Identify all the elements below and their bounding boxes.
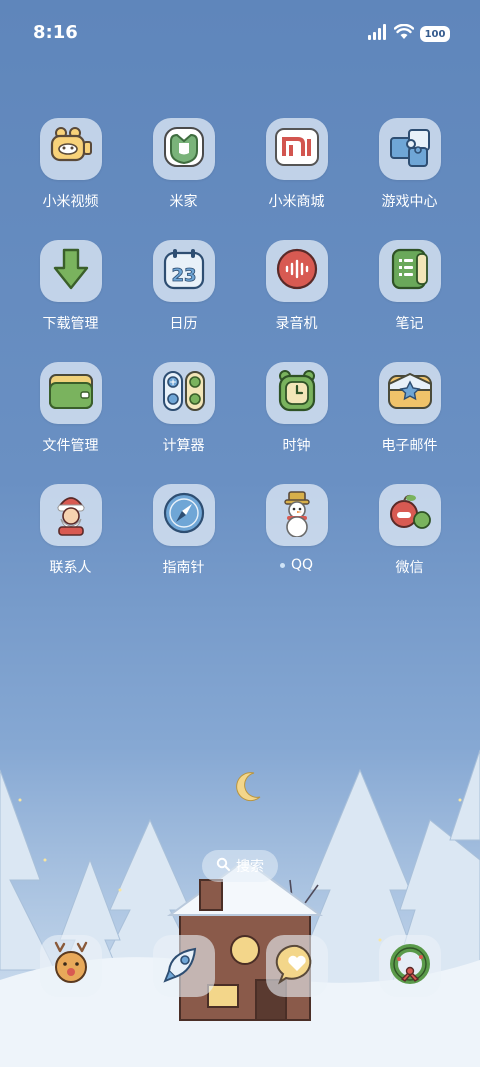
app-label: 时钟	[282, 438, 311, 454]
status-bar: 8:16 100	[0, 0, 480, 68]
app-label: 电子邮件	[381, 438, 438, 454]
svg-text:+: +	[169, 378, 177, 388]
app-tile[interactable]	[265, 240, 328, 302]
app-file-manager[interactable]: 文件管理	[14, 362, 127, 455]
app-tile[interactable]: +	[152, 362, 215, 424]
app-downloads[interactable]: 下载管理	[14, 240, 127, 333]
app-qq[interactable]: QQ	[240, 484, 353, 573]
app-label: 录音机	[275, 316, 318, 332]
clock-icon	[275, 368, 319, 418]
calendar-day: 23	[171, 265, 196, 286]
notes-icon	[388, 246, 432, 296]
rocket-icon	[161, 941, 207, 991]
santa-icon	[49, 489, 93, 541]
download-arrow-icon	[51, 246, 91, 296]
puzzle-icon	[387, 124, 433, 174]
app-tile[interactable]	[265, 484, 328, 546]
app-mi-video[interactable]: 小米视频	[14, 118, 127, 211]
snowman-icon	[275, 489, 319, 541]
app-label: 游戏中心	[381, 194, 438, 210]
app-label: 联系人	[49, 560, 92, 576]
folder-icon	[47, 370, 95, 416]
app-tile[interactable]	[39, 118, 102, 180]
app-tile[interactable]	[265, 362, 328, 424]
app-wechat[interactable]: 微信	[353, 484, 466, 577]
app-clock[interactable]: 时钟	[240, 362, 353, 455]
moon-icon	[232, 770, 264, 808]
signal-icon	[368, 24, 388, 44]
wreath-icon	[387, 941, 433, 991]
dock-messages[interactable]	[266, 935, 328, 997]
app-tile[interactable]	[152, 118, 215, 180]
app-tile[interactable]: 23	[152, 240, 215, 302]
app-tile[interactable]	[39, 362, 102, 424]
compass-icon	[161, 490, 207, 540]
app-calculator[interactable]: + 计算器	[127, 362, 240, 455]
app-label: 文件管理	[42, 438, 99, 454]
app-tile[interactable]	[378, 240, 441, 302]
app-game-center[interactable]: 游戏中心	[353, 118, 466, 211]
search-icon	[216, 857, 230, 875]
dock-camera[interactable]	[379, 935, 441, 997]
app-compass[interactable]: 指南针	[127, 484, 240, 577]
mail-icon	[386, 370, 434, 416]
app-recorder[interactable]: 录音机	[240, 240, 353, 333]
app-label: 日历	[169, 316, 198, 332]
app-tile[interactable]	[265, 118, 328, 180]
calendar-icon: 23	[161, 246, 207, 296]
mi-store-icon	[274, 126, 320, 172]
status-icons: 100	[368, 23, 450, 44]
app-label: 计算器	[162, 438, 205, 454]
reindeer-phone-icon	[48, 941, 94, 991]
new-install-dot	[279, 562, 285, 568]
app-label: 米家	[169, 194, 198, 210]
app-tile[interactable]	[39, 484, 102, 546]
app-tile[interactable]	[152, 484, 215, 546]
app-mi-home[interactable]: 米家	[127, 118, 240, 211]
mi-home-icon	[162, 125, 206, 173]
app-tile[interactable]	[39, 240, 102, 302]
app-label-text: QQ	[290, 557, 314, 573]
recorder-icon	[274, 246, 320, 296]
app-label: QQ	[240, 557, 353, 573]
app-label: 小米商城	[268, 194, 325, 210]
dock	[0, 935, 480, 997]
wifi-icon	[393, 23, 415, 44]
dock-browser[interactable]	[153, 935, 215, 997]
video-camera-icon	[47, 125, 95, 173]
app-tile[interactable]	[378, 118, 441, 180]
app-label: 笔记	[395, 316, 424, 332]
app-label: 小米视频	[42, 194, 99, 210]
app-tile[interactable]	[378, 362, 441, 424]
calculator-icon: +	[161, 368, 207, 418]
app-tile[interactable]	[378, 484, 441, 546]
app-email[interactable]: 电子邮件	[353, 362, 466, 455]
app-label: 指南针	[162, 560, 205, 576]
battery-indicator: 100	[420, 26, 450, 42]
dock-phone[interactable]	[40, 935, 102, 997]
app-mi-store[interactable]: 小米商城	[240, 118, 353, 211]
search-label: 搜索	[236, 859, 264, 875]
app-contacts[interactable]: 联系人	[14, 484, 127, 577]
apple-chat-icon	[386, 492, 434, 538]
app-calendar[interactable]: 23 日历	[127, 240, 240, 333]
search-button[interactable]: 搜索	[202, 850, 278, 882]
app-label: 微信	[395, 560, 424, 576]
heart-message-icon	[274, 941, 320, 991]
app-notes[interactable]: 笔记	[353, 240, 466, 333]
status-time: 8:16	[33, 22, 78, 43]
app-label: 下载管理	[42, 316, 99, 332]
